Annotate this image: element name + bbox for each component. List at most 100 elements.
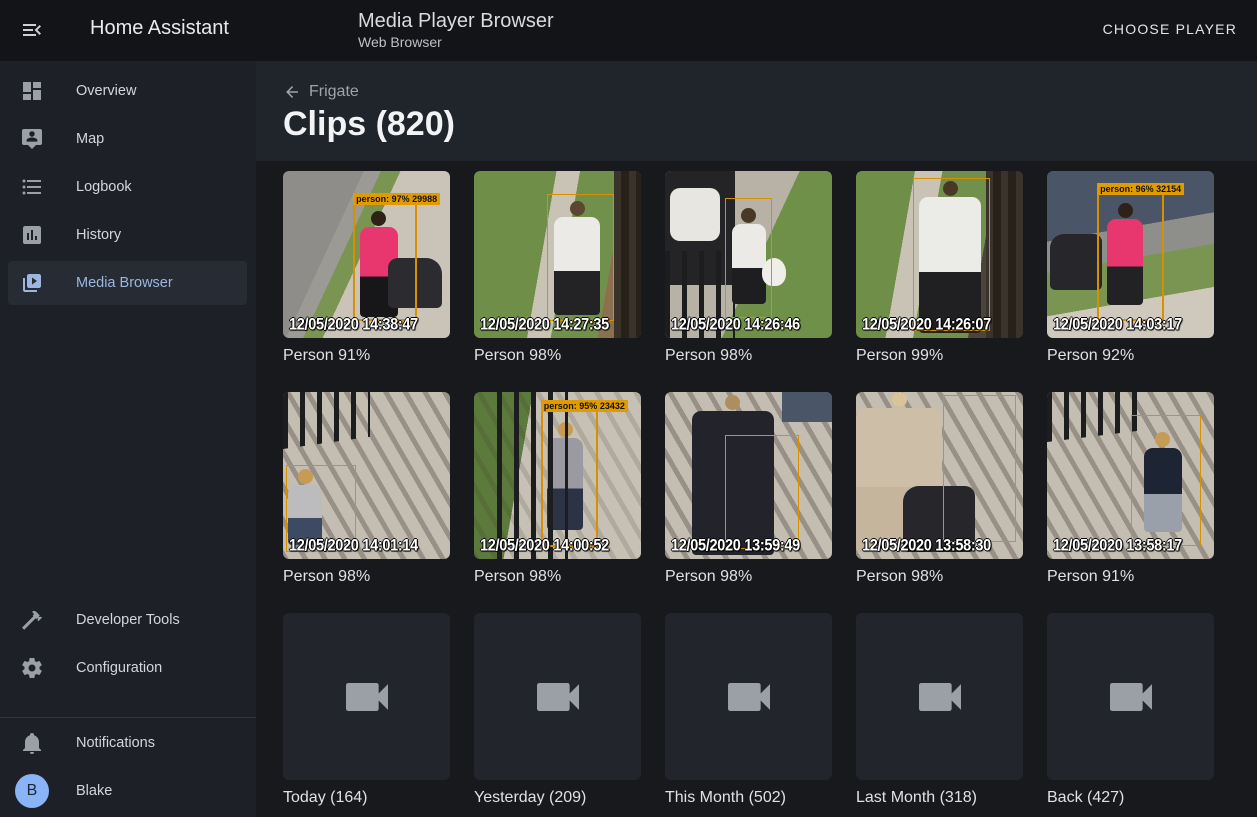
clip-card[interactable]: 12/05/2020 13:59:49 Person 98% [665, 392, 832, 587]
folder-card-this-month[interactable]: This Month (502) [665, 613, 832, 808]
folder-label: Back (427) [1047, 788, 1214, 808]
sidebar-item-label: Map [76, 131, 104, 147]
sidebar-item-overview[interactable]: Overview [8, 69, 247, 113]
clip-thumbnail: person: 95% 23432 12/05/2020 14:00:52 [474, 392, 641, 559]
clip-caption: Person 91% [283, 346, 450, 366]
video-camera-icon [721, 669, 777, 725]
clip-timestamp: 12/05/2020 14:26:46 [671, 316, 800, 334]
detection-label: person: 95% 23432 [541, 400, 628, 412]
detection-box: person: 97% 29988 [353, 203, 416, 322]
stroller-shape [1050, 234, 1102, 290]
folder-label: Last Month (318) [856, 788, 1023, 808]
video-camera-icon [530, 669, 586, 725]
folder-thumbnail [1047, 613, 1214, 780]
clip-thumbnail: 12/05/2020 14:27:35 [474, 171, 641, 338]
clip-card[interactable]: 12/05/2020 14:26:46 Person 98% [665, 171, 832, 366]
porch-railing-shape [986, 171, 1023, 338]
detection-box: person: 96% 32154 [1097, 193, 1164, 322]
clip-caption: Person 92% [1047, 346, 1214, 366]
sidebar-item-map[interactable]: Map [8, 117, 247, 161]
sidebar-item-user[interactable]: B Blake [8, 769, 247, 813]
clip-card[interactable]: person: 96% 32154 12/05/2020 14:03:17 Pe… [1047, 171, 1214, 366]
clip-caption: Person 98% [665, 346, 832, 366]
clip-caption: Person 98% [474, 346, 641, 366]
breadcrumb[interactable]: Frigate [283, 83, 359, 101]
clip-timestamp: 12/05/2020 14:03:17 [1053, 316, 1182, 334]
media-grid: person: 97% 29988 12/05/2020 14:38:47 Pe… [283, 171, 1214, 808]
clip-card[interactable]: person: 95% 23432 12/05/2020 14:00:52 Pe… [474, 392, 641, 587]
home-assistant-window: Home Assistant Media Player Browser Web … [0, 0, 1257, 817]
choose-player-button[interactable]: CHOOSE PLAYER [1103, 21, 1237, 37]
sidebar-item-label: Logbook [76, 179, 132, 195]
sidebar-item-notifications[interactable]: Notifications [8, 721, 247, 765]
gear-icon [20, 656, 44, 680]
folder-card-yesterday[interactable]: Yesterday (209) [474, 613, 641, 808]
detection-label: person: 97% 29988 [353, 193, 440, 205]
hammer-icon [20, 608, 44, 632]
breadcrumb-label: Frigate [309, 83, 359, 101]
detection-box [1131, 415, 1201, 545]
sidebar-item-configuration[interactable]: Configuration [8, 646, 247, 690]
folder-label: This Month (502) [665, 788, 832, 808]
sidebar-divider [0, 717, 256, 718]
sidebar-item-history[interactable]: History [8, 213, 247, 257]
panel-title: Media Player Browser [358, 9, 554, 33]
menu-open-icon[interactable] [20, 18, 44, 42]
dashboard-icon [20, 79, 44, 103]
clip-caption: Person 99% [856, 346, 1023, 366]
clip-thumbnail: 12/05/2020 14:26:07 [856, 171, 1023, 338]
folder-card-back[interactable]: Back (427) [1047, 613, 1214, 808]
clip-card[interactable]: person: 97% 29988 12/05/2020 14:38:47 Pe… [283, 171, 450, 366]
top-app-bar: Home Assistant Media Player Browser Web … [0, 0, 1257, 61]
detection-box [943, 395, 1016, 542]
sidebar-item-label: Media Browser [76, 275, 173, 291]
clip-card[interactable]: 12/05/2020 14:01:14 Person 98% [283, 392, 450, 587]
page-title: Clips (820) [283, 105, 455, 144]
clip-timestamp: 12/05/2020 13:58:17 [1053, 537, 1182, 555]
street-shape [782, 392, 832, 422]
bell-icon [20, 731, 44, 755]
sidebar: Overview Map Logbook History Media Brows… [0, 61, 256, 817]
clip-card[interactable]: 12/05/2020 13:58:30 Person 98% [856, 392, 1023, 587]
clip-card[interactable]: 12/05/2020 14:27:35 Person 98% [474, 171, 641, 366]
clip-thumbnail: 12/05/2020 13:59:49 [665, 392, 832, 559]
user-name: Blake [76, 783, 112, 799]
folder-thumbnail [856, 613, 1023, 780]
video-camera-icon [1103, 669, 1159, 725]
sidebar-item-developer-tools[interactable]: Developer Tools [8, 598, 247, 642]
sidebar-item-media-browser[interactable]: Media Browser [8, 261, 247, 305]
folder-card-today[interactable]: Today (164) [283, 613, 450, 808]
sidebar-item-logbook[interactable]: Logbook [8, 165, 247, 209]
folder-card-last-month[interactable]: Last Month (318) [856, 613, 1023, 808]
detection-label: person: 96% 32154 [1097, 183, 1184, 195]
account-tooltip-icon [20, 127, 44, 151]
clip-thumbnail: person: 96% 32154 12/05/2020 14:03:17 [1047, 171, 1214, 338]
media-browser-header: Frigate Clips (820) [256, 61, 1257, 161]
app-title: Home Assistant [90, 17, 229, 40]
panel-header: Media Player Browser Web Browser [358, 9, 554, 51]
sidebar-item-label: Notifications [76, 735, 155, 751]
clip-thumbnail: 12/05/2020 14:26:46 [665, 171, 832, 338]
clip-caption: Person 98% [283, 567, 450, 587]
detection-box [913, 178, 990, 332]
clip-card[interactable]: 12/05/2020 14:26:07 Person 99% [856, 171, 1023, 366]
folder-label: Today (164) [283, 788, 450, 808]
clip-caption: Person 98% [856, 567, 1023, 587]
clip-timestamp: 12/05/2020 13:58:30 [862, 537, 991, 555]
sidebar-item-label: Overview [76, 83, 136, 99]
bar-chart-box-icon [20, 223, 44, 247]
folder-thumbnail [474, 613, 641, 780]
clip-caption: Person 98% [665, 567, 832, 587]
clip-thumbnail: 12/05/2020 13:58:30 [856, 392, 1023, 559]
sidebar-item-label: History [76, 227, 121, 243]
clip-card[interactable]: 12/05/2020 13:58:17 Person 91% [1047, 392, 1214, 587]
clip-timestamp: 12/05/2020 14:01:14 [289, 537, 418, 555]
video-camera-icon [339, 669, 395, 725]
video-camera-icon [912, 669, 968, 725]
clip-thumbnail: person: 97% 29988 12/05/2020 14:38:47 [283, 171, 450, 338]
folder-thumbnail [665, 613, 832, 780]
clip-thumbnail: 12/05/2020 14:01:14 [283, 392, 450, 559]
clip-timestamp: 12/05/2020 14:27:35 [480, 316, 609, 334]
clip-caption: Person 91% [1047, 567, 1214, 587]
arrow-left-icon [283, 83, 301, 101]
